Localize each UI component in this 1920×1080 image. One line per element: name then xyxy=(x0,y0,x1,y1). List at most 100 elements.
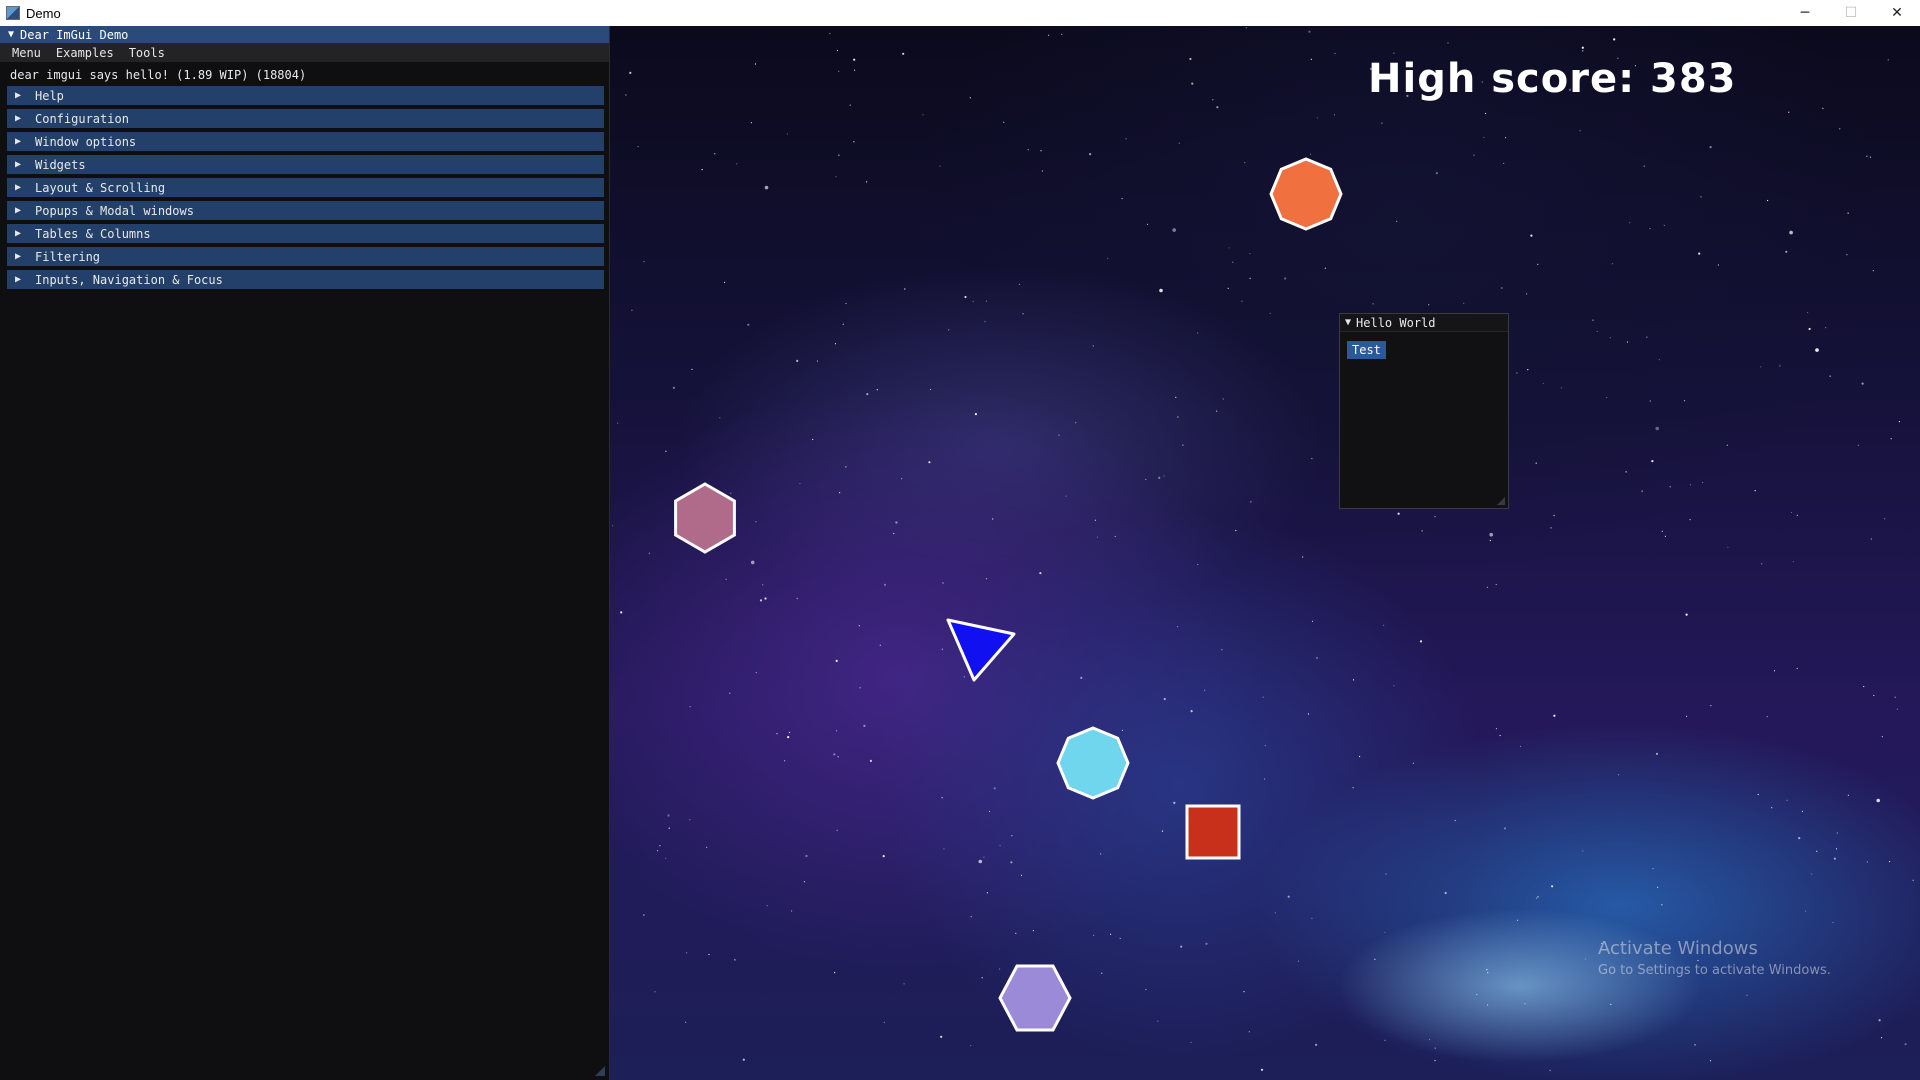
star xyxy=(654,991,656,993)
section-popups-modal[interactable]: ▶ Popups & Modal windows xyxy=(7,201,604,220)
star xyxy=(1524,1003,1526,1005)
star xyxy=(1727,546,1729,548)
star xyxy=(1101,972,1103,974)
expand-arrow-icon: ▶ xyxy=(15,205,22,216)
section-layout-scrolling[interactable]: ▶ Layout & Scrolling xyxy=(7,178,604,197)
star xyxy=(1159,288,1163,293)
star xyxy=(1651,460,1654,463)
star xyxy=(1661,904,1663,906)
section-label: Tables & Columns xyxy=(35,226,151,241)
star xyxy=(1412,762,1414,764)
section-filtering[interactable]: ▶ Filtering xyxy=(7,247,604,266)
star xyxy=(876,389,878,391)
star xyxy=(750,122,753,124)
pink-hexagon-shape xyxy=(674,482,736,554)
star xyxy=(625,94,627,96)
close-button[interactable]: ✕ xyxy=(1874,0,1920,26)
star xyxy=(1669,486,1671,488)
star xyxy=(1798,837,1801,840)
star xyxy=(637,146,639,148)
resize-grip[interactable] xyxy=(595,1066,605,1076)
star xyxy=(941,648,944,650)
star xyxy=(1428,304,1430,306)
star xyxy=(1881,736,1883,738)
expand-arrow-icon: ▶ xyxy=(15,251,22,262)
star xyxy=(930,388,932,391)
star xyxy=(1709,146,1712,149)
maximize-button[interactable]: ☐ xyxy=(1828,0,1874,26)
star xyxy=(759,599,763,602)
star xyxy=(612,525,614,527)
star xyxy=(724,281,726,283)
star xyxy=(796,359,799,362)
star xyxy=(1065,495,1067,497)
high-score: High score: 383 xyxy=(1368,56,1737,102)
expand-arrow-icon: ▶ xyxy=(15,182,22,193)
star xyxy=(1785,250,1788,253)
star xyxy=(842,323,844,325)
imgui-demo-titlebar[interactable]: ▼ Dear ImGui Demo xyxy=(0,26,609,43)
star xyxy=(1311,458,1313,460)
title-bar: Demo ─ ☐ ✕ xyxy=(0,0,1920,27)
star xyxy=(1535,462,1537,464)
collapse-arrow-icon[interactable]: ▼ xyxy=(8,29,14,40)
resize-grip[interactable] xyxy=(1497,497,1505,505)
star xyxy=(764,185,769,190)
star xyxy=(1222,398,1224,400)
star xyxy=(1419,640,1423,643)
imgui-demo-window[interactable]: ▼ Dear ImGui Demo Menu Examples Tools de… xyxy=(0,26,610,1080)
star xyxy=(1646,336,1648,338)
section-inputs-navigation-focus[interactable]: ▶ Inputs, Navigation & Focus xyxy=(7,270,604,289)
star xyxy=(1829,375,1831,377)
star xyxy=(1655,426,1659,431)
section-widgets[interactable]: ▶ Widgets xyxy=(7,155,604,174)
star xyxy=(1241,300,1243,302)
imgui-demo-title: Dear ImGui Demo xyxy=(20,27,129,42)
star xyxy=(1618,774,1620,776)
star xyxy=(729,692,731,694)
star xyxy=(1182,444,1184,446)
star xyxy=(1352,679,1355,681)
star xyxy=(1582,850,1584,852)
hello-world-window[interactable]: ▼ Hello World Test xyxy=(1339,313,1509,509)
star xyxy=(1302,556,1304,558)
star xyxy=(1311,917,1313,919)
star xyxy=(1061,33,1063,35)
section-configuration[interactable]: ▶ Configuration xyxy=(7,109,604,128)
section-tables-columns[interactable]: ▶ Tables & Columns xyxy=(7,224,604,243)
star xyxy=(1499,734,1501,737)
menu-item-tools[interactable]: Tools xyxy=(129,46,165,60)
collapse-arrow-icon[interactable]: ▼ xyxy=(1345,317,1351,328)
star xyxy=(1287,895,1290,898)
star xyxy=(1501,287,1503,289)
test-button[interactable]: Test xyxy=(1347,341,1386,359)
star xyxy=(1626,341,1629,343)
star xyxy=(1384,931,1386,933)
hello-world-titlebar[interactable]: ▼ Hello World xyxy=(1340,314,1508,332)
section-help[interactable]: ▶ Help xyxy=(7,86,604,105)
star xyxy=(1896,708,1898,710)
star xyxy=(1686,715,1688,718)
star xyxy=(1163,475,1165,477)
star xyxy=(1641,490,1643,492)
star xyxy=(1661,530,1663,532)
star xyxy=(1385,873,1387,875)
game-canvas[interactable]: ▼ Dear ImGui Demo Menu Examples Tools de… xyxy=(0,26,1920,1080)
star xyxy=(1584,958,1586,960)
star xyxy=(1393,52,1395,54)
star xyxy=(1190,1041,1192,1043)
menu-item-examples[interactable]: Examples xyxy=(56,46,114,60)
star xyxy=(1250,501,1252,503)
star xyxy=(834,343,837,345)
star xyxy=(1613,38,1616,41)
star xyxy=(799,483,801,485)
star xyxy=(1884,518,1886,520)
menu-item-menu[interactable]: Menu xyxy=(12,46,41,60)
star xyxy=(1092,345,1094,347)
star xyxy=(1592,319,1594,321)
section-window-options[interactable]: ▶ Window options xyxy=(7,132,604,151)
star xyxy=(1889,861,1891,863)
minimize-button[interactable]: ─ xyxy=(1782,0,1828,26)
star xyxy=(1020,874,1023,877)
cyan-octagon-shape xyxy=(1056,726,1130,800)
